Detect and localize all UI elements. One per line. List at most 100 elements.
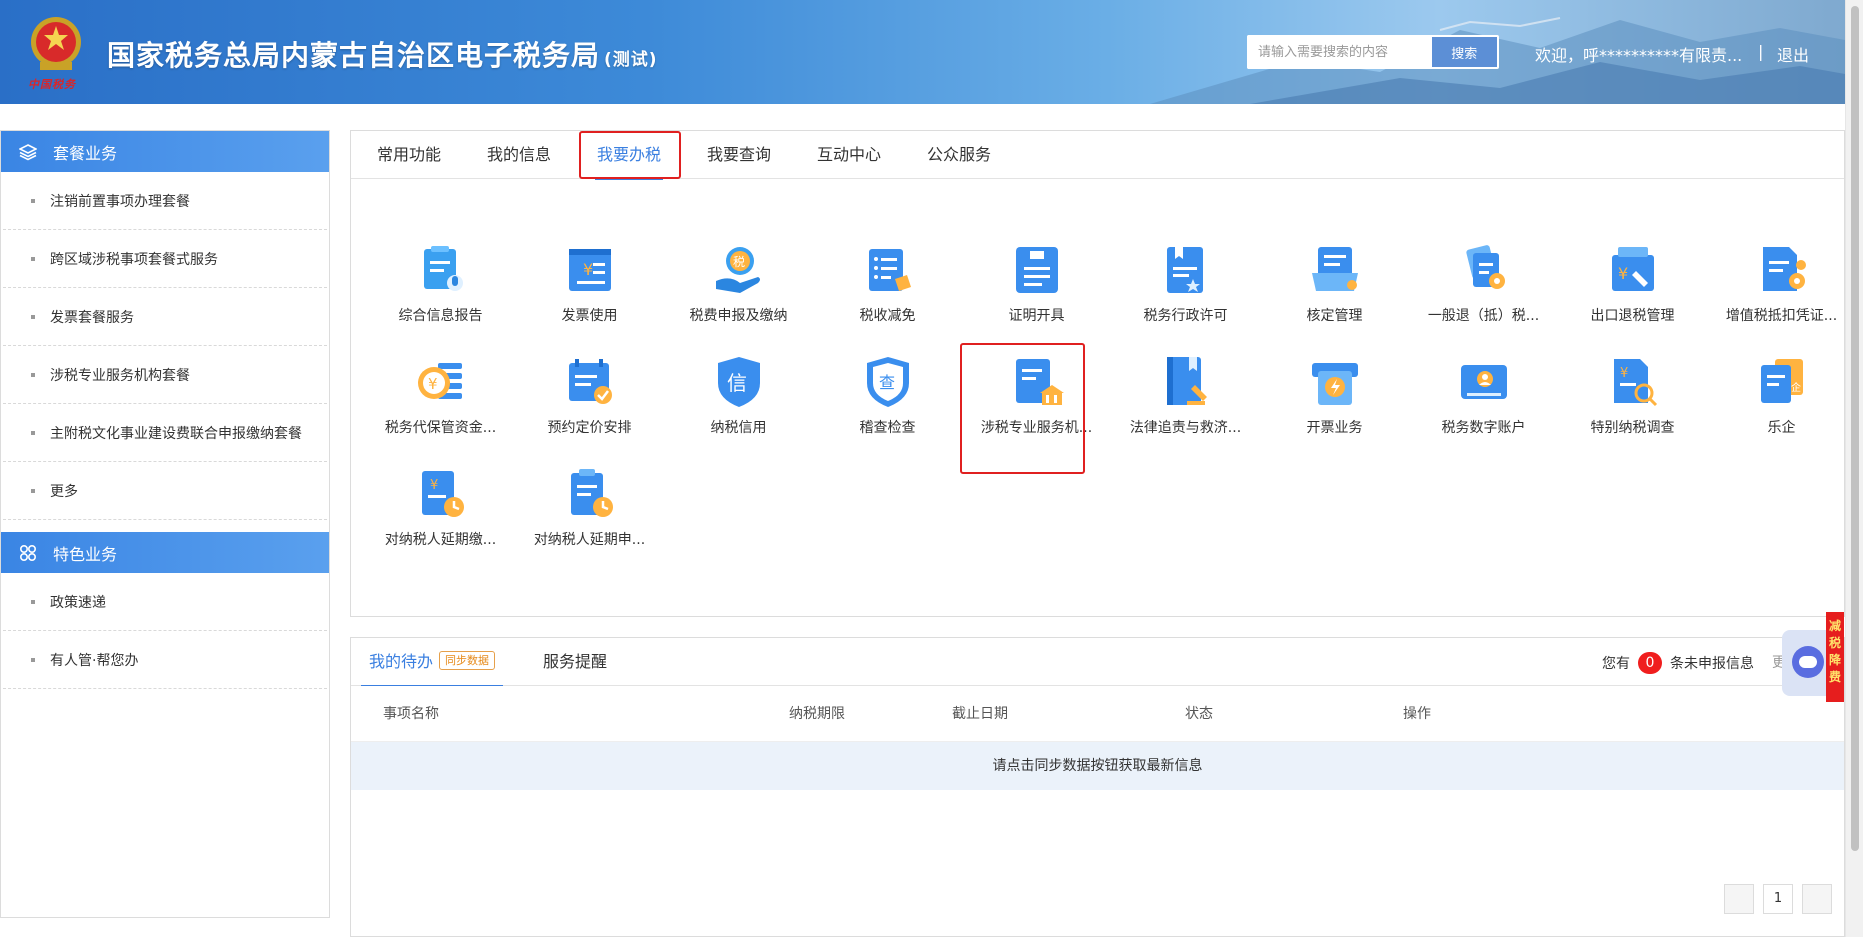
- banner-char: 降: [1828, 653, 1841, 667]
- grid-item-tax-declare[interactable]: 税 税费申报及缴纳: [664, 241, 813, 337]
- next-page-button[interactable]: [1802, 884, 1832, 914]
- column-header-item: 事项名称: [383, 706, 439, 722]
- tab-interaction[interactable]: 互动中心: [803, 131, 895, 179]
- legal-book-icon: [1166, 357, 1207, 405]
- sidebar-item-culture-fee[interactable]: 主附税文化事业建设费联合申报缴纳套餐: [3, 404, 327, 462]
- vat-deduction-icon: [1762, 247, 1806, 291]
- grid-item-tax-reduction[interactable]: 税收减免: [813, 241, 962, 337]
- sidebar-item-invoice-package[interactable]: 发票套餐服务: [3, 288, 327, 346]
- scrollbar-thumb[interactable]: [1851, 6, 1859, 851]
- grid-item-legal[interactable]: 法律追责与救济...: [1111, 353, 1260, 449]
- sidebar-item-label: 跨区域涉税事项套餐式服务: [50, 251, 218, 268]
- todo-tab-bar: 我的待办 同步数据 服务提醒 您有 0 条未申报信息 更: [351, 638, 1844, 687]
- tab-my-info[interactable]: 我的信息: [473, 131, 565, 179]
- grid-item-inspection[interactable]: 查 稽查检查: [813, 353, 962, 449]
- digital-account-icon: [1460, 365, 1507, 399]
- grid-item-refund[interactable]: 一般退（抵）税...: [1409, 241, 1558, 337]
- grid-item-invoicing[interactable]: 开票业务: [1260, 353, 1409, 449]
- tab-highlight-box: [579, 131, 681, 179]
- bullet-icon: [31, 657, 35, 662]
- grid-item-admin-license[interactable]: 税务行政许可: [1111, 241, 1260, 337]
- tab-public-service[interactable]: 公众服务: [913, 131, 1005, 179]
- grid-item-leqi[interactable]: 企 乐企: [1707, 353, 1856, 449]
- special-investigation-icon: ¥: [1613, 359, 1657, 407]
- sidebar-group-package[interactable]: 套餐业务: [1, 131, 329, 172]
- notice-suffix: 条未申报信息: [1670, 656, 1754, 672]
- sidebar-item-agency-package[interactable]: 涉税专业服务机构套餐: [3, 346, 327, 404]
- grid-item-invoice-use[interactable]: ¥ 发票使用: [515, 241, 664, 337]
- grid-item-certificate[interactable]: 证明开具: [962, 241, 1111, 337]
- svg-text:¥: ¥: [1620, 366, 1628, 381]
- deferral-filing-icon: [570, 469, 613, 517]
- sync-data-button[interactable]: 同步数据: [439, 651, 496, 670]
- tab-service-reminder[interactable]: 服务提醒: [543, 638, 607, 686]
- certificate-icon: [1015, 247, 1058, 293]
- sidebar-item-help[interactable]: 有人管·帮您办: [3, 631, 327, 689]
- vertical-scrollbar[interactable]: [1845, 0, 1863, 937]
- report-mic-icon: [423, 246, 463, 291]
- invoicing-printer-icon: [1311, 363, 1358, 405]
- chatbot-button[interactable]: [1782, 630, 1832, 696]
- tax-hand-icon: 税: [715, 247, 760, 293]
- site-title: 国家税务总局内蒙古自治区电子税务局 (测试): [107, 34, 658, 74]
- grid-item-credit[interactable]: 信 纳税信用: [664, 353, 813, 449]
- sidebar-item-more[interactable]: 更多: [3, 462, 327, 520]
- tab-my-todo[interactable]: 我的待办 同步数据: [361, 638, 504, 687]
- assessment-icon: [1311, 247, 1358, 291]
- prev-page-button[interactable]: [1724, 884, 1754, 914]
- grid-item-custody-fund[interactable]: ¥ 税务代保管资金...: [366, 353, 515, 449]
- logout-link[interactable]: 退出: [1777, 42, 1809, 66]
- search-button[interactable]: 搜索: [1431, 37, 1497, 67]
- grid-item-label: 税务数字账户: [1441, 420, 1526, 436]
- sidebar-item-policy[interactable]: 政策速递: [3, 573, 327, 631]
- grid-item-label: 税收减免: [859, 308, 916, 324]
- tab-query[interactable]: 我要查询: [693, 131, 785, 179]
- grid-item-digital-account[interactable]: 税务数字账户: [1409, 353, 1558, 449]
- grid-item-assessment[interactable]: 核定管理: [1260, 241, 1409, 337]
- sidebar-item-label: 注销前置事项办理套餐: [50, 193, 190, 210]
- todo-panel: 我的待办 同步数据 服务提醒 您有 0 条未申报信息 更 事项名称 纳税期限 截止…: [350, 637, 1845, 937]
- site-title-text: 国家税务总局内蒙古自治区电子税务局: [107, 39, 601, 72]
- grid-item-info-report[interactable]: 综合信息报告: [366, 241, 515, 337]
- unfiled-notice: 您有 0 条未申报信息: [1602, 652, 1754, 674]
- grid-item-export-refund[interactable]: ¥ 出口退税管理: [1558, 241, 1707, 337]
- license-star-icon: [1166, 247, 1203, 293]
- bullet-icon: [31, 599, 35, 604]
- sidebar-item-label: 政策速递: [50, 594, 106, 611]
- page-number-button[interactable]: 1: [1763, 884, 1793, 914]
- sidebar-item-label: 主附税文化事业建设费联合申报缴纳套餐: [50, 425, 302, 442]
- tab-bar: 常用功能 我的信息 我要办税 我要查询 互动中心 公众服务: [351, 131, 1844, 180]
- tab-common[interactable]: 常用功能: [363, 131, 455, 179]
- empty-message-row: 请点击同步数据按钮获取最新信息: [351, 742, 1844, 790]
- unfiled-count-badge[interactable]: 0: [1638, 652, 1662, 674]
- welcome-text[interactable]: 欢迎，呼**********有限责...: [1535, 42, 1742, 66]
- grid-item-label: 纳税信用: [710, 420, 767, 436]
- bullet-icon: [31, 198, 35, 203]
- column-header-period: 纳税期限: [789, 706, 845, 722]
- sidebar-item-label: 更多: [50, 483, 78, 500]
- grid-item-label: 税务行政许可: [1143, 308, 1228, 324]
- banner-char: 减: [1828, 619, 1841, 633]
- tax-reduction-banner[interactable]: 减 税 降 费: [1826, 612, 1844, 702]
- sidebar-group-title: 特色业务: [53, 544, 118, 564]
- grid-item-label: 开票业务: [1306, 420, 1363, 436]
- search-input[interactable]: [1247, 35, 1430, 69]
- layers-icon: [19, 143, 37, 160]
- grid-item-label: 证明开具: [1008, 308, 1065, 324]
- tab-my-todo-label: 我的待办: [369, 652, 434, 671]
- grid-item-label: 增值税抵扣凭证...: [1725, 308, 1838, 324]
- sidebar-item-cross-region[interactable]: 跨区域涉税事项套餐式服务: [3, 230, 327, 288]
- grid-item-label: 乐企: [1767, 420, 1796, 436]
- grid-item-vat-deduction[interactable]: 增值税抵扣凭证...: [1707, 241, 1856, 337]
- grid-item-special-investigation[interactable]: ¥ 特别纳税调查: [1558, 353, 1707, 449]
- grid-item-label: 发票使用: [561, 308, 618, 324]
- sidebar-item-cancel-package[interactable]: 注销前置事项办理套餐: [3, 172, 327, 230]
- svg-text:企: 企: [1791, 381, 1801, 394]
- grid-item-label: 特别纳税调查: [1590, 420, 1675, 436]
- grid-item-deferral-filing[interactable]: 对纳税人延期申...: [515, 465, 664, 561]
- header-separator: |: [1758, 42, 1764, 61]
- grid-item-pricing[interactable]: 预约定价安排: [515, 353, 664, 449]
- sidebar-group-featured[interactable]: 特色业务: [1, 532, 329, 573]
- grid-item-deferral-payment[interactable]: ¥ 对纳税人延期缴...: [366, 465, 515, 561]
- invoice-yen-icon: ¥: [568, 249, 611, 291]
